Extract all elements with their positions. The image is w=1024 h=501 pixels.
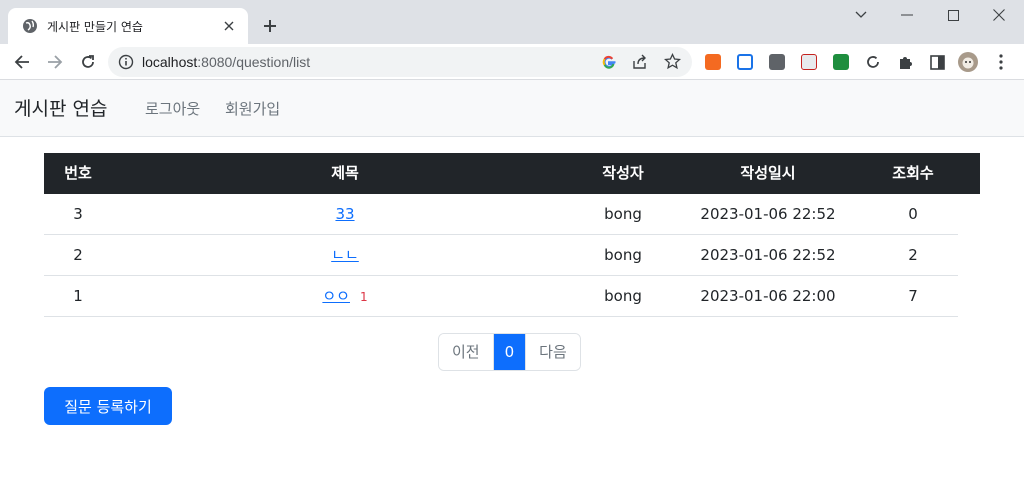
signup-link[interactable]: 회원가입 xyxy=(225,98,280,119)
more-menu-icon[interactable] xyxy=(989,50,1013,74)
prev-page-button[interactable]: 이전 xyxy=(439,334,493,370)
info-icon[interactable] xyxy=(118,54,134,74)
globe-icon xyxy=(22,18,38,34)
tab-search-icon[interactable] xyxy=(838,0,884,30)
table-header: 번호 제목 작성자 작성일시 조회수 xyxy=(44,153,980,194)
row-views: 7 xyxy=(908,287,918,305)
question-title-link[interactable]: ㄴㄴ xyxy=(331,246,359,264)
navbar: 게시판 연습 로그아웃 회원가입 xyxy=(0,80,1024,137)
create-question-button[interactable]: 질문 등록하기 xyxy=(44,387,172,425)
row-date: 2023-01-06 22:52 xyxy=(700,246,836,264)
extension-refresh-icon[interactable] xyxy=(861,50,885,74)
row-title-cell: ㄴㄴ xyxy=(112,235,578,275)
extension-green-icon[interactable] xyxy=(833,54,849,70)
close-tab-icon[interactable] xyxy=(220,17,238,35)
extension-ex-icon[interactable] xyxy=(705,54,721,70)
side-panel-icon[interactable] xyxy=(925,50,949,74)
profile-avatar[interactable] xyxy=(956,50,980,74)
row-date: 2023-01-06 22:00 xyxy=(700,287,836,305)
current-page-button[interactable]: 0 xyxy=(492,334,526,370)
logout-link[interactable]: 로그아웃 xyxy=(145,98,200,119)
extensions-puzzle-icon[interactable] xyxy=(893,50,917,74)
question-title-link[interactable]: ㅇㅇ xyxy=(322,287,350,305)
question-table: 번호 제목 작성자 작성일시 조회수 3 33 bong 2023-01-06 … xyxy=(44,153,980,317)
comment-count-badge: 1 xyxy=(359,290,368,304)
row-author: bong xyxy=(604,246,642,264)
header-date: 작성일시 xyxy=(740,164,796,182)
new-tab-icon[interactable] xyxy=(258,14,282,38)
question-title-link[interactable]: 33 xyxy=(335,205,354,223)
close-window-icon[interactable] xyxy=(976,0,1022,30)
header-author: 작성자 xyxy=(602,164,644,182)
row-date: 2023-01-06 22:52 xyxy=(700,205,836,223)
navbar-brand[interactable]: 게시판 연습 xyxy=(14,94,107,121)
row-views: 2 xyxy=(908,246,918,264)
header-title: 제목 xyxy=(331,164,359,182)
extension-info-icon[interactable] xyxy=(769,54,785,70)
browser-tab[interactable]: 게시판 만들기 연습 xyxy=(8,8,248,44)
url-text: localhost:8080/question/list xyxy=(142,54,311,70)
row-views: 0 xyxy=(908,205,918,223)
back-arrow-icon[interactable] xyxy=(10,50,34,74)
header-number: 번호 xyxy=(64,164,92,182)
browser-toolbar: localhost:8080/question/list xyxy=(0,44,1024,80)
google-icon[interactable] xyxy=(601,54,617,74)
extension-cards-icon[interactable] xyxy=(801,54,817,70)
next-page-button[interactable]: 다음 xyxy=(525,334,580,370)
row-number: 1 xyxy=(73,287,83,305)
share-icon[interactable] xyxy=(632,54,648,74)
row-author: bong xyxy=(604,205,642,223)
minimize-icon[interactable] xyxy=(884,0,930,30)
table-row: 1 ㅇㅇ 1 bong 2023-01-06 22:00 7 xyxy=(44,276,958,317)
pagination: 이전 0 다음 xyxy=(438,333,581,371)
table-row: 3 33 bong 2023-01-06 22:52 0 xyxy=(44,194,958,235)
browser-tab-strip: 게시판 만들기 연습 xyxy=(0,0,1024,44)
row-number: 3 xyxy=(73,205,83,223)
bookmark-star-icon[interactable] xyxy=(663,52,682,74)
reload-icon[interactable] xyxy=(76,50,100,74)
address-bar[interactable]: localhost:8080/question/list xyxy=(108,47,692,77)
row-number: 2 xyxy=(73,246,83,264)
maximize-icon[interactable] xyxy=(930,0,976,30)
header-views: 조회수 xyxy=(892,164,934,182)
forward-arrow-icon[interactable] xyxy=(43,50,67,74)
row-title-cell: ㅇㅇ 1 xyxy=(112,276,578,316)
tab-title: 게시판 만들기 연습 xyxy=(47,19,143,34)
extension-shield-icon[interactable] xyxy=(737,54,753,70)
row-author: bong xyxy=(604,287,642,305)
row-title-cell: 33 xyxy=(112,194,578,234)
table-row: 2 ㄴㄴ bong 2023-01-06 22:52 2 xyxy=(44,235,958,276)
